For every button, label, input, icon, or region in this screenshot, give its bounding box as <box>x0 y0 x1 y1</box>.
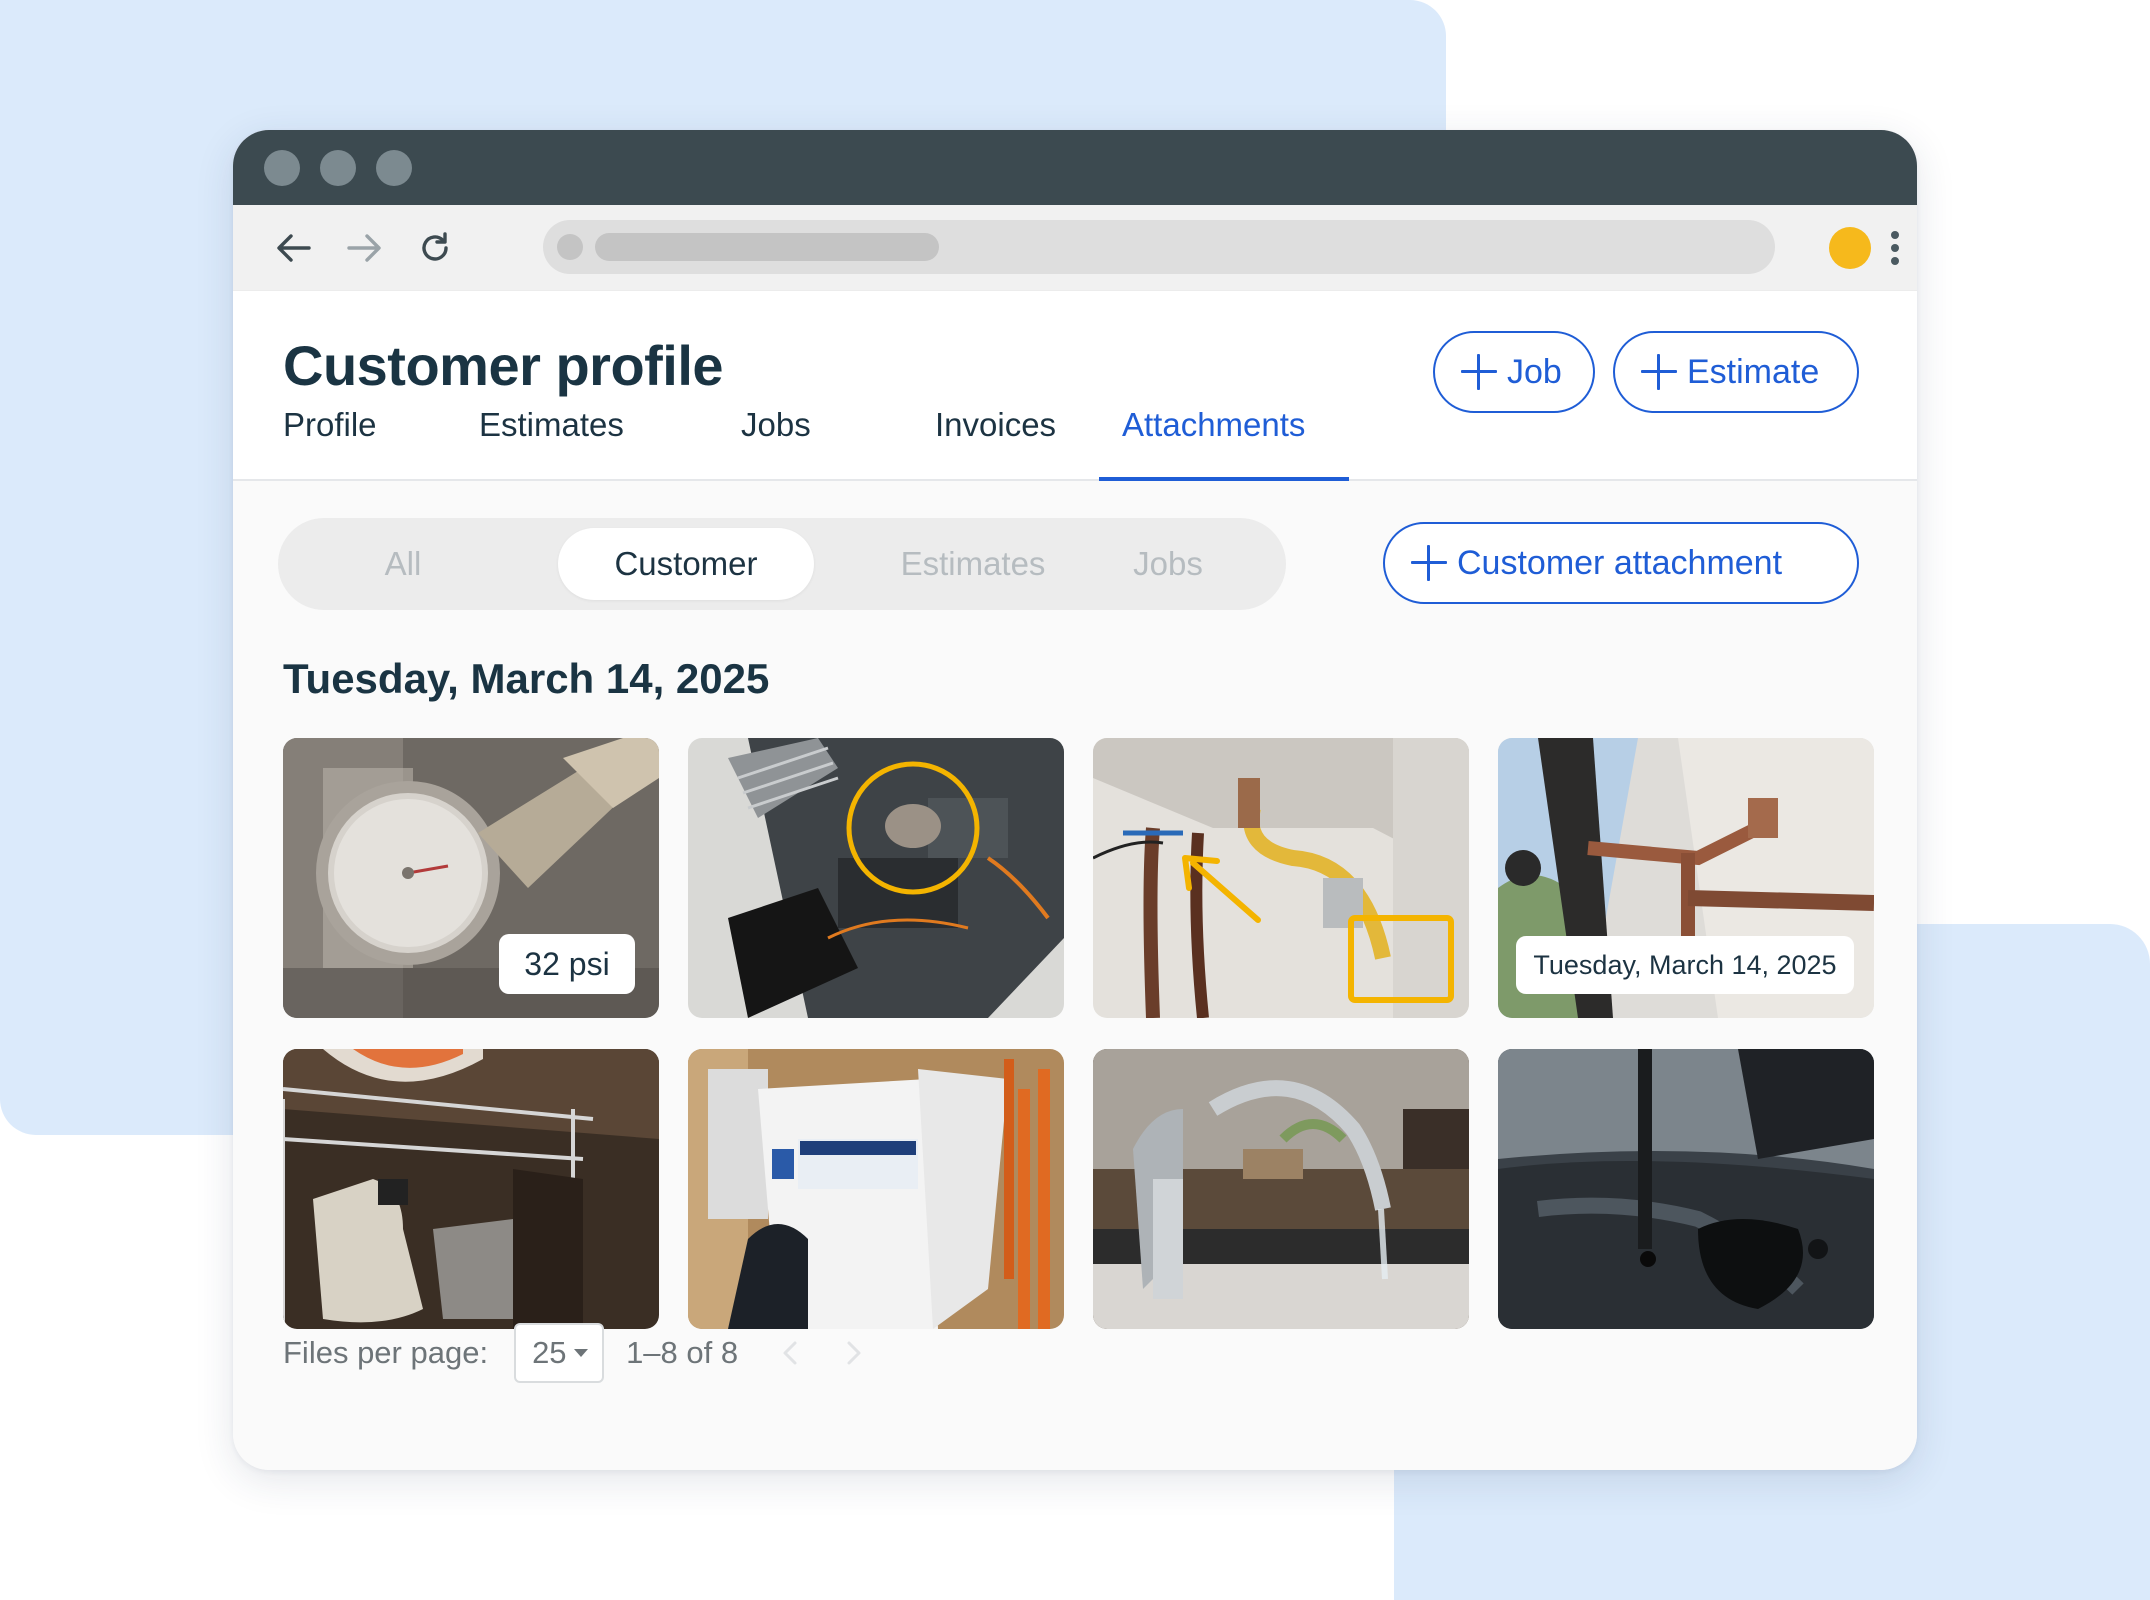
browser-toolbar <box>233 205 1917 291</box>
tab-invoices[interactable]: Invoices <box>935 406 1056 444</box>
add-customer-attachment-button[interactable]: Customer attachment <box>1383 522 1859 604</box>
window-control-close[interactable] <box>264 150 300 186</box>
filter-estimates[interactable]: Estimates <box>858 528 1088 600</box>
window-control-minimize[interactable] <box>320 150 356 186</box>
kitchen-faucet-image <box>1093 1049 1469 1329</box>
previous-page-button[interactable] <box>778 1338 802 1368</box>
hvac-unit-image <box>688 738 1064 1018</box>
add-estimate-label: Estimate <box>1687 352 1820 391</box>
forward-button[interactable] <box>339 223 389 273</box>
next-page-button[interactable] <box>842 1338 866 1368</box>
add-job-button[interactable]: Job <box>1433 331 1595 413</box>
asphalt-drilling-image <box>1498 1049 1874 1329</box>
chevron-left-icon <box>783 1341 797 1365</box>
tab-attachments[interactable]: Attachments <box>1122 406 1305 444</box>
plus-icon <box>1411 545 1447 581</box>
add-customer-attachment-label: Customer attachment <box>1457 543 1783 582</box>
attachment-thumbnail[interactable]: 32 psi <box>283 738 659 1018</box>
filter-jobs[interactable]: Jobs <box>1108 528 1228 600</box>
site-info-icon <box>557 234 583 260</box>
back-arrow-icon <box>277 234 311 262</box>
caret-down-icon <box>574 1349 589 1357</box>
forward-arrow-icon <box>347 234 381 262</box>
window-control-maximize[interactable] <box>376 150 412 186</box>
plus-icon <box>1461 354 1497 390</box>
pagination-range: 1–8 of 8 <box>626 1335 739 1370</box>
files-per-page-value: 25 <box>532 1335 567 1370</box>
add-estimate-button[interactable]: Estimate <box>1613 331 1859 413</box>
files-per-page-select[interactable]: 25 <box>514 1323 605 1383</box>
window-titlebar <box>233 130 1917 205</box>
water-heater-box-image <box>688 1049 1064 1329</box>
plus-icon <box>1641 354 1677 390</box>
address-bar[interactable] <box>543 220 1775 274</box>
url-placeholder <box>595 233 939 261</box>
chevron-right-icon <box>847 1341 861 1365</box>
files-per-page-label: Files per page: <box>283 1335 489 1370</box>
attachment-thumbnail[interactable] <box>1498 1049 1874 1329</box>
attachments-panel: All Customer Estimates Jobs Customer att… <box>233 481 1917 1470</box>
add-job-label: Job <box>1507 352 1562 391</box>
tab-profile[interactable]: Profile <box>283 406 377 444</box>
attachment-thumbnail[interactable] <box>688 738 1064 1018</box>
attachment-thumbnail[interactable] <box>688 1049 1064 1329</box>
pressure-reading-badge: 32 psi <box>499 934 635 994</box>
profile-avatar[interactable] <box>1829 227 1871 269</box>
tab-jobs[interactable]: Jobs <box>741 406 811 444</box>
tab-estimates[interactable]: Estimates <box>479 406 624 444</box>
reload-button[interactable] <box>410 223 460 273</box>
page-title: Customer profile <box>283 334 724 397</box>
pipes-image <box>1093 738 1469 1018</box>
filter-customer[interactable]: Customer <box>558 528 814 600</box>
attachment-thumbnail[interactable]: Tuesday, March 14, 2025 <box>1498 738 1874 1018</box>
attachment-thumbnail[interactable] <box>283 1049 659 1329</box>
cleaner-under-sink-image <box>283 1049 659 1329</box>
page-header: Customer profile Job Estimate Profile Es… <box>233 291 1917 481</box>
attachment-thumbnail[interactable] <box>1093 738 1469 1018</box>
attachment-thumbnail[interactable] <box>1093 1049 1469 1329</box>
filter-all[interactable]: All <box>348 528 458 600</box>
attachment-date-heading: Tuesday, March 14, 2025 <box>283 655 770 702</box>
attachment-filter: All Customer Estimates Jobs <box>278 518 1286 610</box>
menu-kebab-icon[interactable] <box>1884 223 1906 273</box>
pagination: Files per page: 25 1–8 of 8 <box>283 1323 866 1383</box>
photo-date-badge: Tuesday, March 14, 2025 <box>1516 936 1854 994</box>
reload-icon <box>422 232 448 261</box>
back-button[interactable] <box>269 223 319 273</box>
browser-window: Customer profile Job Estimate Profile Es… <box>233 130 1917 1470</box>
